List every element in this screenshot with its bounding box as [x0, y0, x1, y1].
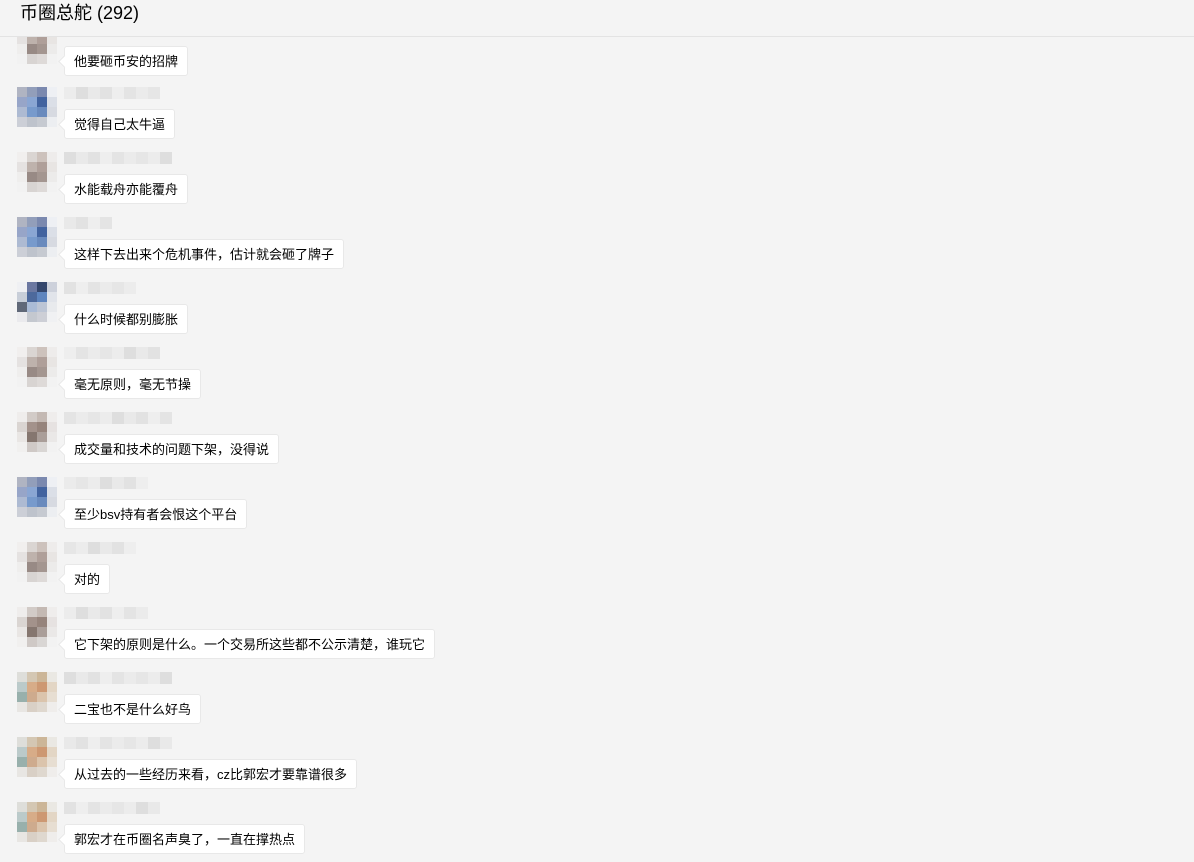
message-bubble[interactable]: 这样下去出来个危机事件，估计就会砸了牌子	[64, 239, 345, 269]
avatar[interactable]	[17, 412, 57, 452]
message-bubble[interactable]: 至少bsv持有者会恨这个平台	[64, 499, 248, 529]
message-bubble[interactable]: 水能载舟亦能覆舟	[64, 174, 189, 204]
sender-name-blurred	[64, 152, 172, 164]
avatar[interactable]	[17, 37, 57, 64]
message-row: 二宝也不是什么好鸟	[0, 672, 1194, 737]
message-bubble[interactable]: 从过去的一些经历来看，cz比郭宏才要靠谱很多	[64, 759, 358, 789]
avatar[interactable]	[17, 737, 57, 777]
message-row: 对的	[0, 542, 1194, 607]
message-bubble[interactable]: 觉得自己太牛逼	[64, 109, 176, 139]
message-bubble[interactable]: 成交量和技术的问题下架，没得说	[64, 434, 280, 464]
sender-name-blurred	[64, 672, 172, 684]
message-bubble[interactable]: 什么时候都别膨胀	[64, 304, 189, 334]
message-row: 它下架的原则是什么。一个交易所这些都不公示清楚，谁玩它	[0, 607, 1194, 672]
sender-name-blurred	[64, 217, 112, 229]
sender-name-blurred	[64, 737, 172, 749]
message-bubble[interactable]: 它下架的原则是什么。一个交易所这些都不公示清楚，谁玩它	[64, 629, 436, 659]
message-row: 至少bsv持有者会恨这个平台	[0, 477, 1194, 542]
chat-title: 币圈总舵 (292)	[20, 3, 140, 23]
message-row: 他要砸币安的招牌	[0, 37, 1194, 89]
message-row: 觉得自己太牛逼	[0, 87, 1194, 152]
message-row: 水能载舟亦能覆舟	[0, 152, 1194, 217]
avatar[interactable]	[17, 542, 57, 582]
message-row: 毫无原则，毫无节操	[0, 347, 1194, 412]
avatar[interactable]	[17, 152, 57, 192]
sender-name-blurred	[64, 802, 160, 814]
message-bubble[interactable]: 毫无原则，毫无节操	[64, 369, 202, 399]
sender-name-blurred	[64, 542, 136, 554]
avatar[interactable]	[17, 607, 57, 647]
avatar[interactable]	[17, 802, 57, 842]
chat-header: 币圈总舵 (292)	[0, 0, 1194, 37]
sender-name-blurred	[64, 87, 160, 99]
message-bubble[interactable]: 他要砸币安的招牌	[64, 46, 189, 76]
message-row: 成交量和技术的问题下架，没得说	[0, 412, 1194, 477]
message-bubble[interactable]: 郭宏才在币圈名声臭了，一直在撑热点	[64, 824, 306, 854]
avatar[interactable]	[17, 282, 57, 322]
avatar[interactable]	[17, 477, 57, 517]
message-row: 郭宏才在币圈名声臭了，一直在撑热点	[0, 802, 1194, 862]
message-bubble[interactable]: 对的	[64, 564, 111, 594]
sender-name-blurred	[64, 477, 148, 489]
message-list[interactable]: 他要砸币安的招牌 觉得自己太牛逼 水能载舟亦能覆舟 这样下去出来个危机事件，估计…	[0, 37, 1194, 862]
message-row: 什么时候都别膨胀	[0, 282, 1194, 347]
avatar[interactable]	[17, 217, 57, 257]
message-row: 这样下去出来个危机事件，估计就会砸了牌子	[0, 217, 1194, 282]
message-bubble[interactable]: 二宝也不是什么好鸟	[64, 694, 202, 724]
message-row: 从过去的一些经历来看，cz比郭宏才要靠谱很多	[0, 737, 1194, 802]
sender-name-blurred	[64, 412, 172, 424]
sender-name-blurred	[64, 282, 136, 294]
avatar[interactable]	[17, 672, 57, 712]
avatar[interactable]	[17, 87, 57, 127]
avatar[interactable]	[17, 347, 57, 387]
sender-name-blurred	[64, 607, 148, 619]
sender-name-blurred	[64, 347, 160, 359]
